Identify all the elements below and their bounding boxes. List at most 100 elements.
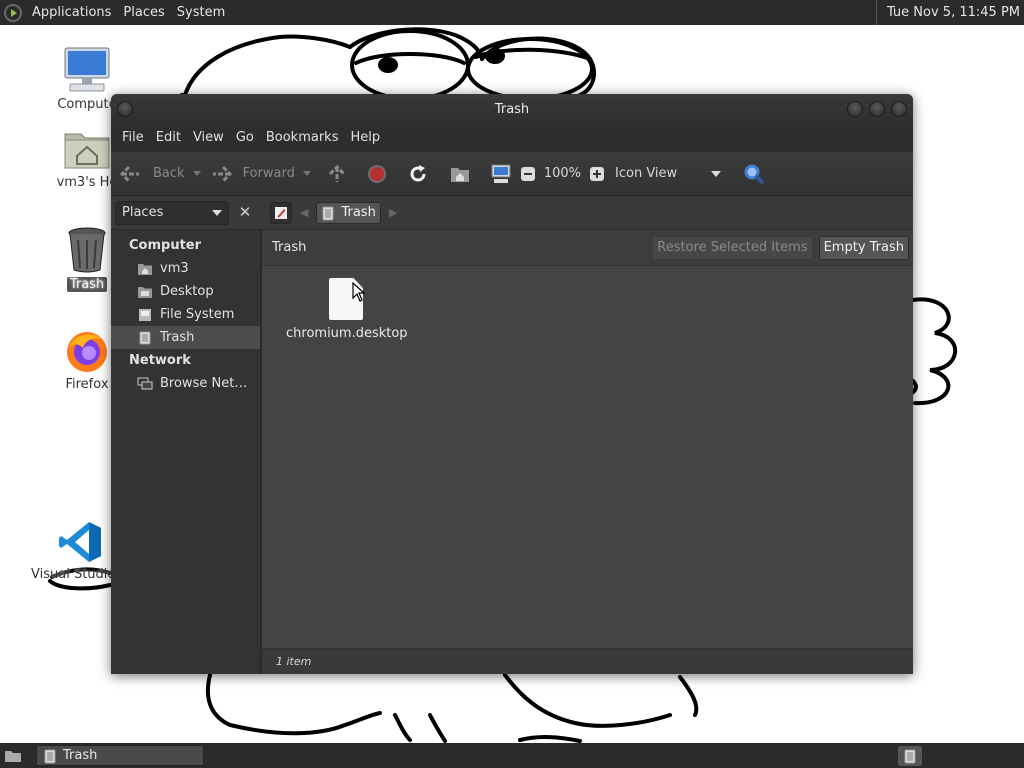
- mouse-pointer-icon: [352, 282, 366, 302]
- show-desktop-icon: [5, 750, 21, 762]
- close-icon[interactable]: [891, 101, 907, 117]
- sidebar-item-desktop[interactable]: Desktop: [111, 280, 260, 303]
- menu-go[interactable]: Go: [230, 124, 260, 152]
- sidebar-heading-computer: Computer: [129, 238, 202, 253]
- trash-icon: [44, 749, 56, 763]
- breadcrumb-trash[interactable]: Trash: [316, 201, 381, 224]
- reload-icon: [410, 164, 426, 181]
- breadcrumb-label: Trash: [341, 205, 376, 220]
- stop-button[interactable]: [367, 152, 387, 196]
- menu-edit[interactable]: Edit: [150, 124, 187, 152]
- window-titlebar[interactable]: Trash: [111, 94, 913, 124]
- sidebar-item-label: Trash: [160, 330, 195, 345]
- forward-button[interactable]: Forward: [211, 152, 295, 196]
- sidebar-type-select[interactable]: Places: [115, 200, 229, 225]
- trash-icon: [139, 331, 151, 344]
- toolbar: Back Forward 100% Icon View: [111, 152, 913, 196]
- search-icon: [744, 164, 765, 184]
- search-button[interactable]: [743, 152, 765, 196]
- maximize-icon[interactable]: [869, 101, 885, 117]
- restore-selected-button[interactable]: Restore Selected Items: [652, 235, 813, 260]
- sidebar-item-browse-network[interactable]: Browse Net…: [111, 372, 260, 395]
- vscode-icon: [59, 522, 101, 562]
- breadcrumb: ◀ Trash ▶: [262, 196, 405, 230]
- stop-icon: [367, 164, 386, 183]
- breadcrumb-right-arrow-icon[interactable]: ▶: [389, 206, 397, 219]
- sidebar-item-vm3[interactable]: vm3: [111, 257, 260, 280]
- sidebar-header: Places ✕: [111, 196, 262, 230]
- close-sidebar-icon[interactable]: ✕: [233, 201, 257, 225]
- up-button[interactable]: [327, 152, 347, 196]
- window-title: Trash: [494, 101, 530, 117]
- location-bar: Places ✕ ◀ Trash ▶: [111, 196, 913, 230]
- empty-trash-button[interactable]: Empty Trash: [818, 235, 909, 260]
- zoom-out-button[interactable]: [520, 152, 536, 196]
- forward-history-dropdown-icon[interactable]: [302, 171, 311, 176]
- computer-icon: [491, 164, 511, 183]
- home-folder-icon: [64, 133, 110, 169]
- pencil-icon: [275, 206, 287, 219]
- trash-icon: [322, 206, 334, 220]
- zoom-in-icon: [590, 166, 605, 181]
- show-desktop-button[interactable]: [2, 746, 24, 766]
- top-panel: Applications Places System Tue Nov 5, 11…: [0, 0, 1024, 25]
- network-icon: [137, 377, 153, 389]
- applications-logo-icon[interactable]: [4, 3, 22, 22]
- menu-view[interactable]: View: [187, 124, 230, 152]
- back-history-dropdown-icon[interactable]: [192, 171, 201, 176]
- places-menu[interactable]: Places: [117, 0, 170, 25]
- home-button[interactable]: [449, 152, 471, 196]
- chevron-down-icon: [711, 170, 722, 177]
- menu-file[interactable]: File: [116, 124, 150, 152]
- system-menu[interactable]: System: [171, 0, 231, 25]
- reload-button[interactable]: [408, 152, 428, 196]
- up-arrow-icon: [328, 164, 345, 182]
- content-pane: Trash Restore Selected Items Empty Trash…: [262, 230, 913, 674]
- window-menu-icon[interactable]: [117, 101, 133, 117]
- desktop-icon-label: Trash: [66, 277, 108, 292]
- firefox-icon: [67, 332, 107, 372]
- menubar: File Edit View Go Bookmarks Help: [111, 124, 913, 152]
- forward-arrow-icon: [212, 165, 232, 182]
- view-mode-value: Icon View: [615, 166, 678, 181]
- menu-bookmarks[interactable]: Bookmarks: [260, 124, 345, 152]
- location-edit-button[interactable]: [270, 201, 292, 224]
- bottom-panel: Trash: [0, 743, 1024, 768]
- home-icon: [450, 167, 469, 182]
- sidebar-item-label: vm3: [160, 261, 189, 276]
- desktop-icon-label: Compute: [57, 97, 117, 112]
- zoom-out-icon: [520, 166, 535, 181]
- drive-icon: [139, 308, 151, 321]
- sidebar-item-trash[interactable]: Trash: [111, 326, 260, 349]
- back-button[interactable]: Back: [119, 152, 185, 196]
- trash-applet[interactable]: [898, 745, 922, 766]
- desktop-icon-label: Firefox: [65, 377, 109, 392]
- chevron-down-icon: [212, 209, 222, 216]
- sidebar-type-value: Places: [122, 205, 164, 220]
- file-item[interactable]: chromium.desktop: [286, 278, 408, 341]
- taskbar-button-trash[interactable]: Trash: [36, 745, 204, 766]
- applications-menu[interactable]: Applications: [26, 0, 117, 25]
- file-manager-window: Trash File Edit View Go Bookmarks Help B…: [111, 94, 913, 674]
- minimize-icon[interactable]: [847, 101, 863, 117]
- sidebar-heading-network: Network: [129, 353, 191, 368]
- file-name: chromium.desktop: [286, 326, 408, 341]
- zoom-in-button[interactable]: [589, 152, 605, 196]
- view-mode-select[interactable]: Icon View: [615, 152, 722, 196]
- sidebar-item-file-system[interactable]: File System: [111, 303, 260, 326]
- clock[interactable]: Tue Nov 5, 11:45 PM: [875, 0, 1024, 25]
- computer-button[interactable]: [490, 152, 512, 196]
- computer-icon: [64, 47, 110, 92]
- places-sidebar: Computer vm3 Desktop File System Trash N…: [111, 230, 262, 674]
- breadcrumb-left-arrow-icon[interactable]: ◀: [300, 206, 308, 219]
- zoom-level: 100%: [543, 166, 582, 181]
- home-icon: [138, 263, 152, 275]
- forward-label: Forward: [242, 166, 295, 181]
- trash-icon: [68, 227, 106, 273]
- status-bar: 1 item: [262, 648, 913, 674]
- panel-menu: Applications Places System: [0, 0, 237, 25]
- menu-help[interactable]: Help: [344, 124, 386, 152]
- trash-info-bar: Trash Restore Selected Items Empty Trash: [262, 230, 913, 266]
- window-body: Computer vm3 Desktop File System Trash N…: [111, 230, 913, 674]
- desktop-icon: [138, 286, 152, 298]
